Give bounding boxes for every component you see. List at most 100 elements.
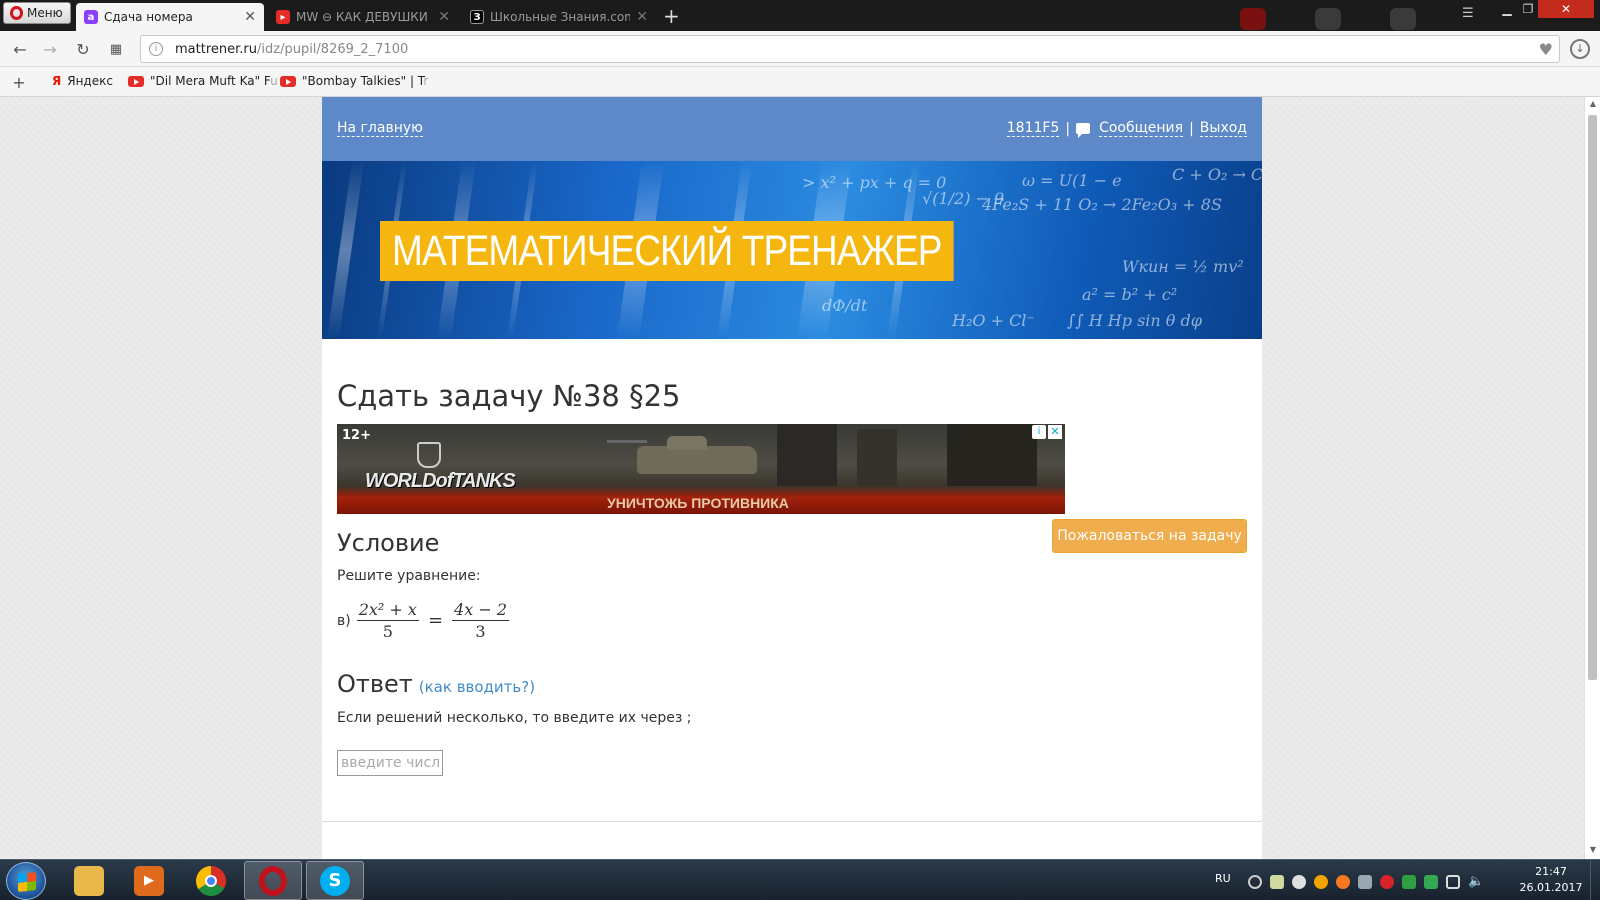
scrollbar-thumb[interactable]	[1588, 115, 1597, 680]
banner-formula: H₂O + Cl⁻	[952, 311, 1035, 330]
banner-formula: C + O₂ → CO₂	[1172, 165, 1262, 184]
messages-link[interactable]: Сообщения	[1099, 120, 1184, 137]
answer-input[interactable]	[337, 750, 443, 776]
browser-menu-button[interactable]: Меню	[3, 2, 71, 24]
condition-text: Решите уравнение:	[337, 568, 481, 584]
mattrener-favicon-icon: a	[84, 10, 98, 24]
new-tab-plus-icon[interactable]: +	[663, 4, 680, 28]
tray-app-icon[interactable]	[1380, 875, 1394, 889]
tab-youtube-video[interactable]: ▸ MW ⊖ КАК ДЕВУШКИ ДЕ ✕	[268, 3, 458, 31]
answer-hint: Если решений несколько, то введите их че…	[337, 710, 692, 726]
taskbar-opera[interactable]	[244, 861, 302, 900]
address-bar[interactable]: i mattrener.ru/idz/pupil/8269_2_7100 ♥	[140, 35, 1560, 63]
banner-formula: Wкин = ½ mv²	[1122, 257, 1244, 276]
browser-tab-strip: Меню a Сдача номера ✕ ▸ MW ⊖ КАК ДЕВУШКИ…	[0, 0, 1600, 31]
language-indicator[interactable]: RU	[1215, 872, 1231, 885]
tab-close-icon[interactable]: ✕	[636, 9, 648, 25]
equation: в) 2x² + x 5 = 4x − 2 3	[337, 600, 509, 641]
separator: |	[1065, 120, 1071, 137]
rhs-numerator: 4x − 2	[452, 600, 509, 621]
tab-close-icon[interactable]: ✕	[244, 9, 256, 25]
reload-icon[interactable]: ↻	[73, 39, 93, 59]
tray-volume-icon[interactable]: 🔈	[1468, 875, 1484, 889]
show-desktop-button[interactable]	[1590, 860, 1600, 900]
banner-formula: 4Fe₂S + 11 O₂ → 2Fe₂O₃ + 8S	[982, 195, 1222, 214]
skype-icon: S	[320, 865, 350, 896]
ad-logo: WORLDofTANKS	[365, 470, 516, 492]
advertisement-banner[interactable]: 12+ WORLDofTANKS УНИЧТОЖЬ ПРОТИВНИКА i ✕	[337, 424, 1065, 514]
downloads-icon[interactable]: ↓	[1570, 39, 1590, 59]
home-link[interactable]: На главную	[337, 120, 423, 137]
ad-age-rating: 12+	[342, 428, 371, 443]
lhs-numerator: 2x² + x	[356, 600, 419, 621]
start-button[interactable]	[6, 862, 46, 900]
tab-close-icon[interactable]: ✕	[438, 9, 450, 25]
tray-app-icon[interactable]	[1424, 875, 1438, 889]
ad-info-icon[interactable]: i	[1032, 425, 1046, 439]
ad-close-icon[interactable]: ✕	[1048, 425, 1062, 439]
ad-ruin-shape	[947, 424, 1037, 486]
site-top-bar: На главную 1811F5 | Сообщения | Выход	[322, 97, 1262, 161]
tray-download-icon[interactable]	[1402, 875, 1416, 889]
logout-link[interactable]: Выход	[1199, 120, 1247, 137]
opera-logo-icon	[10, 6, 23, 20]
youtube-icon	[280, 75, 296, 87]
youtube-icon	[128, 75, 144, 87]
bookmark-yandex[interactable]: Я Яндекс	[52, 74, 113, 88]
browser-menu-label: Меню	[27, 6, 63, 20]
media-player-icon: ▶	[134, 865, 164, 896]
scroll-down-arrow-icon[interactable]: ▼	[1588, 845, 1598, 855]
banner-formula: √(1/2) − 9	[922, 189, 1005, 208]
tab-menu-icon[interactable]: ☰	[1462, 6, 1478, 21]
tray-cloud-icon[interactable]	[1292, 875, 1306, 889]
equation-prefix: в)	[337, 612, 351, 629]
tray-app-icon[interactable]	[1270, 875, 1284, 889]
tab-title: Школьные Знания.com -	[490, 10, 631, 24]
system-clock[interactable]: 21:47 26.01.2017	[1516, 864, 1586, 896]
rhs-denominator: 3	[475, 622, 486, 641]
background-app-icon	[1390, 8, 1416, 30]
answer-heading-row: Ответ (как вводить?)	[337, 670, 535, 698]
tab-title: Сдача номера	[104, 10, 193, 24]
chrome-icon	[196, 865, 226, 896]
taskbar-media-player[interactable]: ▶	[120, 861, 178, 900]
window-minimize-icon[interactable]: ▁	[1496, 0, 1518, 18]
tab-shkolnye-znaniya[interactable]: З Школьные Знания.com - ✕	[462, 3, 656, 31]
banner-formula: a² = b² + c²	[1082, 285, 1178, 304]
window-close-icon[interactable]: ✕	[1538, 0, 1594, 18]
bookmark-dil-mera-muft-ka[interactable]: "Dil Mera Muft Ka" Fu	[128, 74, 278, 88]
user-id-link[interactable]: 1811F5	[1006, 120, 1060, 137]
condition-heading: Условие	[337, 529, 440, 557]
tray-app-icon[interactable]	[1314, 875, 1328, 889]
youtube-favicon-icon: ▸	[276, 10, 290, 24]
window-restore-icon[interactable]: ❐	[1518, 0, 1538, 18]
forward-arrow-icon[interactable]: →	[40, 39, 60, 59]
back-arrow-icon[interactable]: ←	[10, 39, 30, 59]
complain-button[interactable]: Пожаловаться на задачу	[1052, 519, 1247, 553]
ad-slogan: УНИЧТОЖЬ ПРОТИВНИКА	[607, 495, 789, 511]
tray-network-icon[interactable]	[1248, 875, 1262, 889]
scroll-up-arrow-icon[interactable]: ▲	[1588, 99, 1598, 109]
tab-sdacha-nomera[interactable]: a Сдача номера ✕	[76, 3, 264, 31]
znanija-favicon-icon: З	[470, 10, 484, 24]
page-container: На главную 1811F5 | Сообщения | Выход > …	[322, 97, 1262, 859]
answer-help-link[interactable]: (как вводить?)	[419, 678, 535, 696]
tray-app-icon[interactable]	[1358, 875, 1372, 889]
opera-icon	[259, 865, 287, 896]
taskbar-chrome[interactable]	[182, 861, 240, 900]
add-bookmark-plus-icon[interactable]: +	[9, 72, 29, 92]
bookmark-bombay-talkies[interactable]: "Bombay Talkies" | Tr	[280, 74, 428, 88]
taskbar-skype[interactable]: S	[306, 861, 364, 900]
speed-dial-grid-icon[interactable]: ▦	[106, 39, 126, 59]
equals-sign: =	[427, 610, 444, 631]
banner-title: МАТЕМАТИЧЕСКИЙ ТРЕНАЖЕР	[380, 221, 954, 281]
tray-flower-icon[interactable]	[1336, 875, 1350, 889]
bookmark-heart-icon[interactable]: ♥	[1539, 40, 1553, 59]
site-info-icon[interactable]: i	[149, 42, 163, 56]
taskbar-explorer[interactable]	[60, 861, 118, 900]
lhs-fraction: 2x² + x 5	[356, 600, 419, 641]
windows-taskbar: ▶ S RU 🔈 21:47 26.01.2017	[0, 859, 1600, 900]
tray-monitor-icon[interactable]	[1446, 875, 1460, 889]
page-scrollbar[interactable]: ▲ ▼	[1584, 97, 1600, 859]
background-app-icon	[1315, 8, 1341, 30]
